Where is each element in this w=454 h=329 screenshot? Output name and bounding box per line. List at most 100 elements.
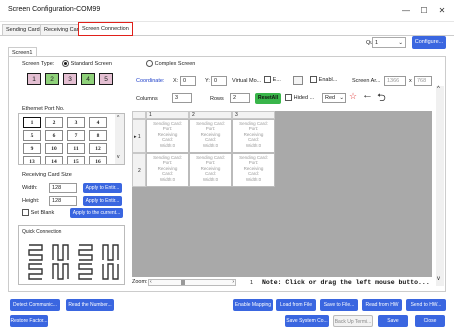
grid-cell-r2c3[interactable]: Sending Card: Port: Receiving Card: Width:0 [232,153,275,187]
screen-height-input[interactable]: 768 [414,76,432,86]
grid-cell-r1c3[interactable]: Sending Card: Port: Receiving Card: Width:0 [232,119,275,153]
virtual-mode-label: Virtual Mo... [232,78,262,84]
panel-scrollbar[interactable]: ^ v [436,86,444,286]
tab-screen-connection[interactable]: Screen Connection [78,22,133,36]
e-checkbox[interactable]: E... [264,76,281,83]
screen-type-1[interactable]: 1 [27,73,41,85]
ethernet-scrollbar[interactable]: ^ v [115,114,124,164]
window-title: Screen Configuration-COM99 [8,6,101,13]
scroll-down-icon[interactable]: v [117,154,120,160]
enable-checkbox[interactable]: Enabl... [310,76,337,83]
quick-connection-patterns[interactable] [25,242,121,282]
height-input[interactable]: 128 [49,196,77,206]
ethernet-port-3[interactable]: 3 [67,117,85,128]
grid-cell-r1c2[interactable]: Sending Card: Port: Receiving Card: Width:0 [189,119,232,153]
ethernet-port-15[interactable]: 15 [67,156,85,164]
grid-cell-r2c1[interactable]: Sending Card: Port: Receiving Card: Width:0 [146,153,189,187]
quick-connection-label: Quick Connection [22,229,62,235]
send-to-hw-button[interactable]: Send to HW... [406,299,446,311]
save-to-file-button[interactable]: Save to File... [320,299,358,311]
reset-all-button[interactable]: ResetAll [255,93,281,104]
ethernet-port-13[interactable]: 13 [23,156,41,164]
ethernet-port-9[interactable]: 9 [23,143,41,154]
save-button[interactable]: Save [378,315,408,327]
ethernet-port-8[interactable]: 8 [89,130,107,141]
zoom-slider[interactable]: ‹ › [148,279,236,286]
screen-type-2[interactable]: 2 [45,73,59,85]
ethernet-port-label: Ethernet Port No. [22,106,65,112]
ethernet-port-5[interactable]: 5 [23,130,41,141]
load-from-file-button[interactable]: Load from File [276,299,316,311]
configure-button[interactable]: Configure... [412,36,446,49]
apply-entire-width-button[interactable]: Apply to Entir... [83,183,122,193]
pattern-4-icon [102,244,119,261]
scroll-up-icon[interactable]: ^ [117,115,119,121]
grid-corner [132,111,146,119]
ethernet-port-4[interactable]: 4 [89,117,107,128]
tab-sending-card[interactable]: Sending Card [2,24,44,35]
quantity-select[interactable]: 1 ⌄ [372,37,406,48]
read-from-hw-button[interactable]: Read from HW [362,299,402,311]
connection-grid: 1 2 3 ▸ 1 2 Sending Card: Port: Receiving C… [132,111,432,277]
screen-type-5[interactable]: 5 [99,73,113,85]
ethernet-port-1[interactable]: 1 [23,117,41,128]
dropdown-button[interactable] [293,76,303,85]
save-system-config-button[interactable]: Save System Co... [285,315,329,327]
complex-screen-label: Complex Screen [154,61,196,68]
screen-width-input[interactable]: 1366 [384,76,406,86]
arrow-left-icon[interactable]: ← [362,89,373,101]
set-blank-checkbox[interactable]: Set Blank [22,209,54,216]
ethernet-port-7[interactable]: 7 [67,130,85,141]
pattern-8-icon [102,263,119,280]
grid-cell-r1c1[interactable]: Sending Card: Port: Receiving Card: Width:0 [146,119,189,153]
close-button[interactable]: Close [415,315,445,327]
tab-bar: Sending Card Receiving Card Screen Conne… [0,22,454,36]
x-input[interactable]: 0 [180,76,196,86]
ethernet-port-16[interactable]: 16 [89,156,107,164]
ethernet-port-6[interactable]: 6 [45,130,63,141]
pattern-6-icon [52,263,69,280]
hided-checkbox[interactable]: Hided ... [285,94,314,101]
slider-thumb[interactable] [181,280,185,285]
enable-mapping-button[interactable]: Enable Mapping [233,299,273,311]
detect-communication-button[interactable]: Detect Communic... [10,299,60,311]
width-input[interactable]: 128 [49,183,77,193]
undo-icon[interactable]: ⮌ [377,89,386,108]
screen-type-4[interactable]: 4 [81,73,95,85]
ethernet-port-11[interactable]: 11 [67,143,85,154]
zoom-label: Zoom: [132,279,148,285]
maximize-button[interactable]: ☐ [416,4,432,18]
pattern-2-icon [52,244,69,261]
scroll-up-icon[interactable]: ^ [437,86,440,92]
pattern-5-icon [28,263,43,280]
ethernet-port-14[interactable]: 14 [45,156,63,164]
complex-screen-radio[interactable]: Complex Screen [146,60,195,67]
star-icon[interactable]: ☆ [349,91,357,102]
read-number-button[interactable]: Read the Number... [66,299,114,311]
back-up-terminal-button[interactable]: Back Up Termi... [333,315,373,327]
rows-input[interactable]: 2 [230,93,250,103]
scroll-down-icon[interactable]: v [437,276,440,282]
close-window-button[interactable]: ✕ [434,4,450,18]
y-label: Y: [205,78,210,84]
apply-current-button[interactable]: Apply to the current... [70,208,123,218]
columns-label: Columns [136,96,158,102]
restore-factory-button[interactable]: Restore Factor... [10,315,48,327]
ethernet-port-10[interactable]: 10 [45,143,63,154]
screen-type-3[interactable]: 3 [63,73,77,85]
note-text: Note: Click or drag the left mouse butto… [262,279,430,286]
pattern-1-icon [28,244,43,261]
y-input[interactable]: 0 [211,76,227,86]
radio-icon [62,60,69,67]
color-select[interactable]: Red ⌄ [322,93,346,103]
minimize-button[interactable]: — [398,4,414,18]
grid-cell-r2c2[interactable]: Sending Card: Port: Receiving Card: Width:0 [189,153,232,187]
apply-entire-height-button[interactable]: Apply to Entir... [83,196,122,206]
columns-input[interactable]: 3 [172,93,192,103]
recv-size-label: Receiving Card Size [22,172,72,178]
slider-right-icon[interactable]: › [232,279,234,285]
ethernet-port-12[interactable]: 12 [89,143,107,154]
slider-left-icon[interactable]: ‹ [150,279,152,285]
ethernet-port-2[interactable]: 2 [45,117,63,128]
standard-screen-radio[interactable]: Standard Screen [62,60,112,67]
